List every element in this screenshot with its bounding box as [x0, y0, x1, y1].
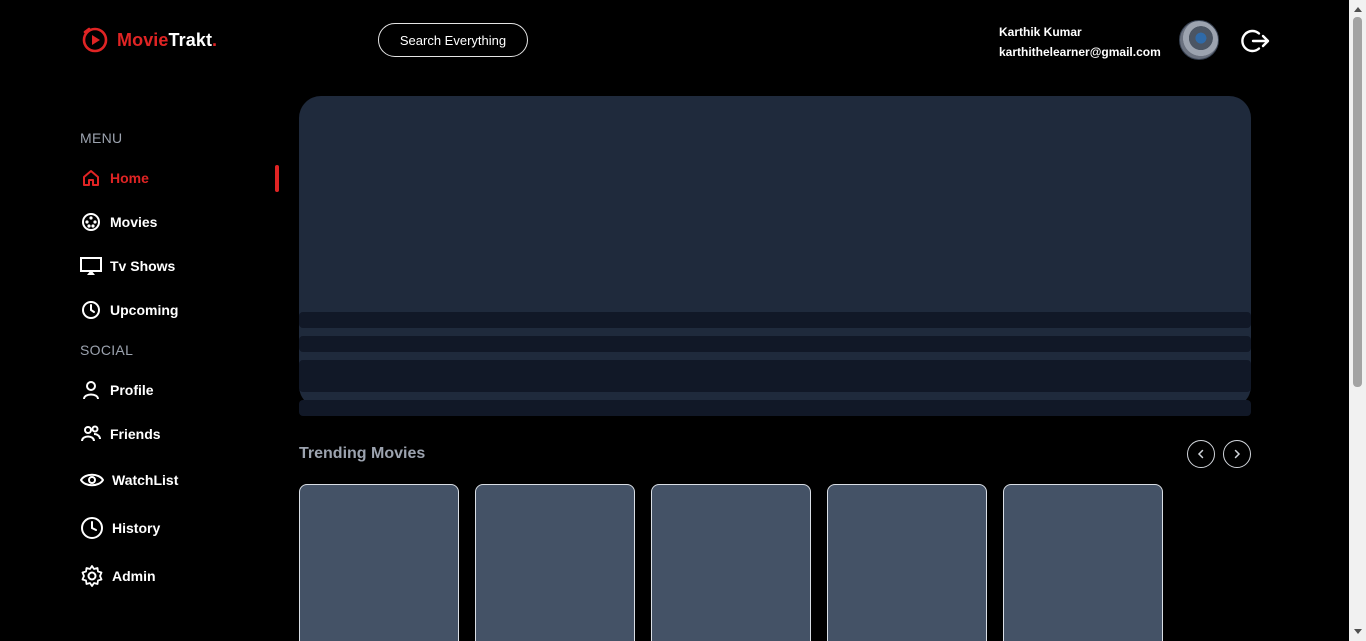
hero-skeleton-line: [299, 312, 1251, 328]
scroll-up-arrow-icon[interactable]: [1353, 3, 1362, 15]
movie-card-placeholder[interactable]: [651, 484, 811, 641]
social-section-label: SOCIAL: [80, 342, 134, 358]
sidebar-item-history[interactable]: History: [80, 516, 160, 540]
chevron-left-icon: [1197, 449, 1204, 459]
sidebar-item-label: WatchList: [112, 472, 179, 488]
carousel-next-button[interactable]: [1223, 440, 1251, 468]
sidebar-item-tv-shows[interactable]: Tv Shows: [80, 255, 175, 277]
user-icon: [80, 379, 102, 401]
movie-card-placeholder[interactable]: [475, 484, 635, 641]
scroll-down-arrow-icon[interactable]: [1353, 626, 1362, 638]
chevron-right-icon: [1234, 449, 1241, 459]
sidebar-item-label: Home: [110, 170, 149, 186]
movie-card-placeholder[interactable]: [299, 484, 459, 641]
scrollbar-thumb[interactable]: [1353, 17, 1362, 387]
history-icon: [80, 516, 104, 540]
brand-name: MovieTrakt.: [117, 30, 217, 51]
trending-movies-title: Trending Movies: [299, 445, 426, 462]
brand-dot: .: [212, 29, 218, 50]
eye-icon: [80, 469, 104, 491]
sidebar-item-upcoming[interactable]: Upcoming: [80, 299, 178, 321]
film-reel-icon: [80, 211, 102, 233]
user-name: Karthik Kumar: [999, 25, 1082, 39]
menu-section-label: MENU: [80, 130, 123, 146]
movie-card-placeholder[interactable]: [1003, 484, 1163, 641]
avatar[interactable]: [1179, 20, 1219, 60]
sidebar-item-label: Upcoming: [110, 302, 179, 318]
search-button[interactable]: Search Everything: [378, 23, 528, 57]
sidebar-item-label: History: [112, 520, 161, 536]
sidebar-item-label: Friends: [110, 426, 161, 442]
active-indicator: [275, 165, 279, 192]
logout-icon[interactable]: [1240, 26, 1270, 56]
sidebar-item-movies[interactable]: Movies: [80, 211, 157, 233]
brand-name-part2: Trakt: [168, 29, 213, 50]
user-email: karthithelearner@gmail.com: [999, 45, 1161, 59]
sidebar-item-profile[interactable]: Profile: [80, 379, 154, 401]
app-page: MovieTrakt. Search Everything Karthik Ku…: [0, 0, 1366, 641]
hero-skeleton-line: [299, 400, 1251, 416]
sidebar-item-friends[interactable]: Friends: [80, 423, 161, 445]
sidebar-item-watchlist[interactable]: WatchList: [80, 469, 178, 491]
sidebar-item-label: Movies: [110, 214, 158, 230]
sidebar-item-admin[interactable]: Admin: [80, 564, 156, 588]
tv-icon: [80, 255, 102, 277]
clock-icon: [80, 299, 102, 321]
play-circle-icon: [82, 27, 108, 53]
hero-skeleton-line: [299, 336, 1251, 352]
user-info: Karthik Kumar karthithelearner@gmail.com: [999, 22, 1161, 62]
hero-skeleton-line: [299, 360, 1251, 392]
sidebar-item-label: Profile: [110, 382, 154, 398]
friends-icon: [80, 423, 102, 445]
home-icon: [80, 167, 102, 189]
carousel-prev-button[interactable]: [1187, 440, 1215, 468]
sidebar-item-label: Tv Shows: [110, 258, 176, 274]
movie-card-placeholder[interactable]: [827, 484, 987, 641]
sidebar-item-label: Admin: [112, 568, 156, 584]
app-logo[interactable]: MovieTrakt.: [81, 26, 217, 54]
page-scrollbar[interactable]: [1349, 0, 1366, 641]
sidebar-item-home[interactable]: Home: [80, 167, 149, 189]
brand-name-part1: Movie: [117, 29, 169, 50]
gear-icon: [80, 564, 104, 588]
